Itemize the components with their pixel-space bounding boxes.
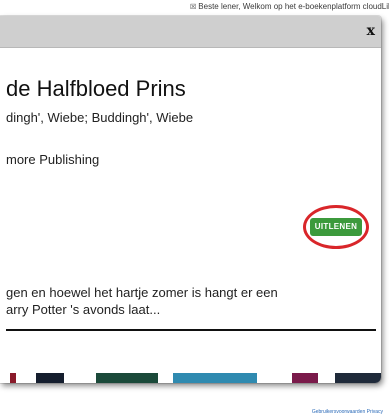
book-detail-modal: x de Halfbloed Prins dingh', Wiebe; Budd… bbox=[0, 16, 381, 383]
notice-text: Beste lener, Welkom op het e-boekenplatf… bbox=[198, 2, 389, 11]
book-title: de Halfbloed Prins bbox=[6, 76, 186, 101]
book-cover-thumbnail[interactable] bbox=[292, 373, 318, 383]
x-box-icon[interactable]: ☒ bbox=[190, 4, 196, 11]
top-notice-bar: ☒ Beste lener, Welkom op het e-boekenplat… bbox=[0, 0, 389, 14]
book-publisher: more Publishing bbox=[6, 152, 100, 167]
description-line: arry Potter 's avonds laat... bbox=[6, 302, 161, 317]
borrow-button[interactable]: UITLENEN bbox=[310, 218, 362, 236]
book-description: gen en hoewel het hartje zomer is hangt … bbox=[6, 284, 376, 318]
book-cover-thumbnail[interactable] bbox=[335, 373, 381, 383]
close-button[interactable]: x bbox=[367, 22, 375, 40]
book-cover-thumbnail[interactable] bbox=[10, 373, 16, 383]
related-covers-strip bbox=[0, 373, 381, 383]
section-divider bbox=[6, 329, 376, 331]
description-line: gen en hoewel het hartje zomer is hangt … bbox=[6, 285, 278, 300]
book-cover-thumbnail[interactable] bbox=[36, 373, 64, 383]
modal-header: x bbox=[0, 16, 381, 48]
book-cover-thumbnail[interactable] bbox=[173, 373, 257, 383]
book-authors: dingh', Wiebe; Buddingh', Wiebe bbox=[6, 110, 194, 125]
footer-links[interactable]: Gebruikersvoorwaarden Privacy bbox=[312, 409, 383, 415]
book-cover-thumbnail[interactable] bbox=[96, 373, 158, 383]
